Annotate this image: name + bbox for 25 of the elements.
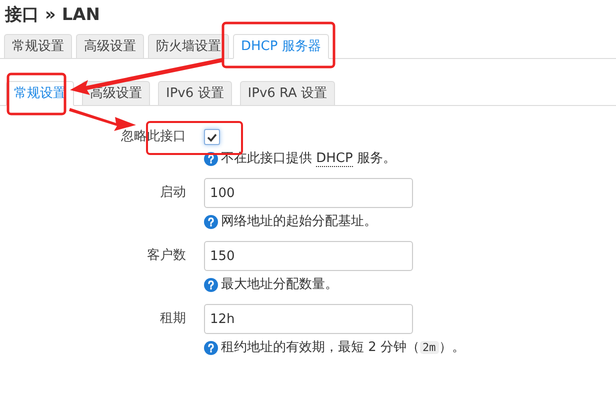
field-label: 租期 bbox=[159, 310, 186, 328]
field-label: 客户数 bbox=[146, 247, 186, 265]
text-field[interactable]: 100 bbox=[204, 178, 413, 208]
field-label: 忽略此接口 bbox=[120, 128, 186, 146]
tab[interactable]: IPv6 设置 bbox=[158, 81, 232, 106]
help-icon bbox=[204, 278, 218, 292]
page-title: 接口 » LAN bbox=[4, 4, 102, 27]
help-text: 网络地址的起始分配基址。 bbox=[221, 213, 377, 232]
help-text: 租约地址的有效期，最短 2 分钟（ 2m ）。 bbox=[221, 339, 465, 358]
tab[interactable]: DHCP 服务器 bbox=[233, 34, 329, 59]
arrow bbox=[69, 108, 136, 131]
help-icon bbox=[204, 341, 218, 355]
help-icon bbox=[204, 215, 218, 229]
tab[interactable]: 高级设置 bbox=[76, 34, 144, 59]
tab[interactable]: IPv6 RA 设置 bbox=[240, 81, 336, 106]
tab[interactable]: 防火墙设置 bbox=[148, 34, 229, 59]
text-field[interactable]: 150 bbox=[204, 241, 413, 271]
highlight-frame bbox=[6, 72, 66, 116]
help-text: 最大地址分配数量。 bbox=[221, 276, 338, 294]
check-icon bbox=[207, 132, 217, 142]
tab[interactable]: 常规设置 bbox=[4, 34, 72, 59]
checkbox[interactable] bbox=[204, 129, 220, 145]
field-label: 启动 bbox=[159, 184, 186, 202]
text-field[interactable]: 12h bbox=[204, 304, 413, 334]
help-icon bbox=[204, 152, 218, 166]
